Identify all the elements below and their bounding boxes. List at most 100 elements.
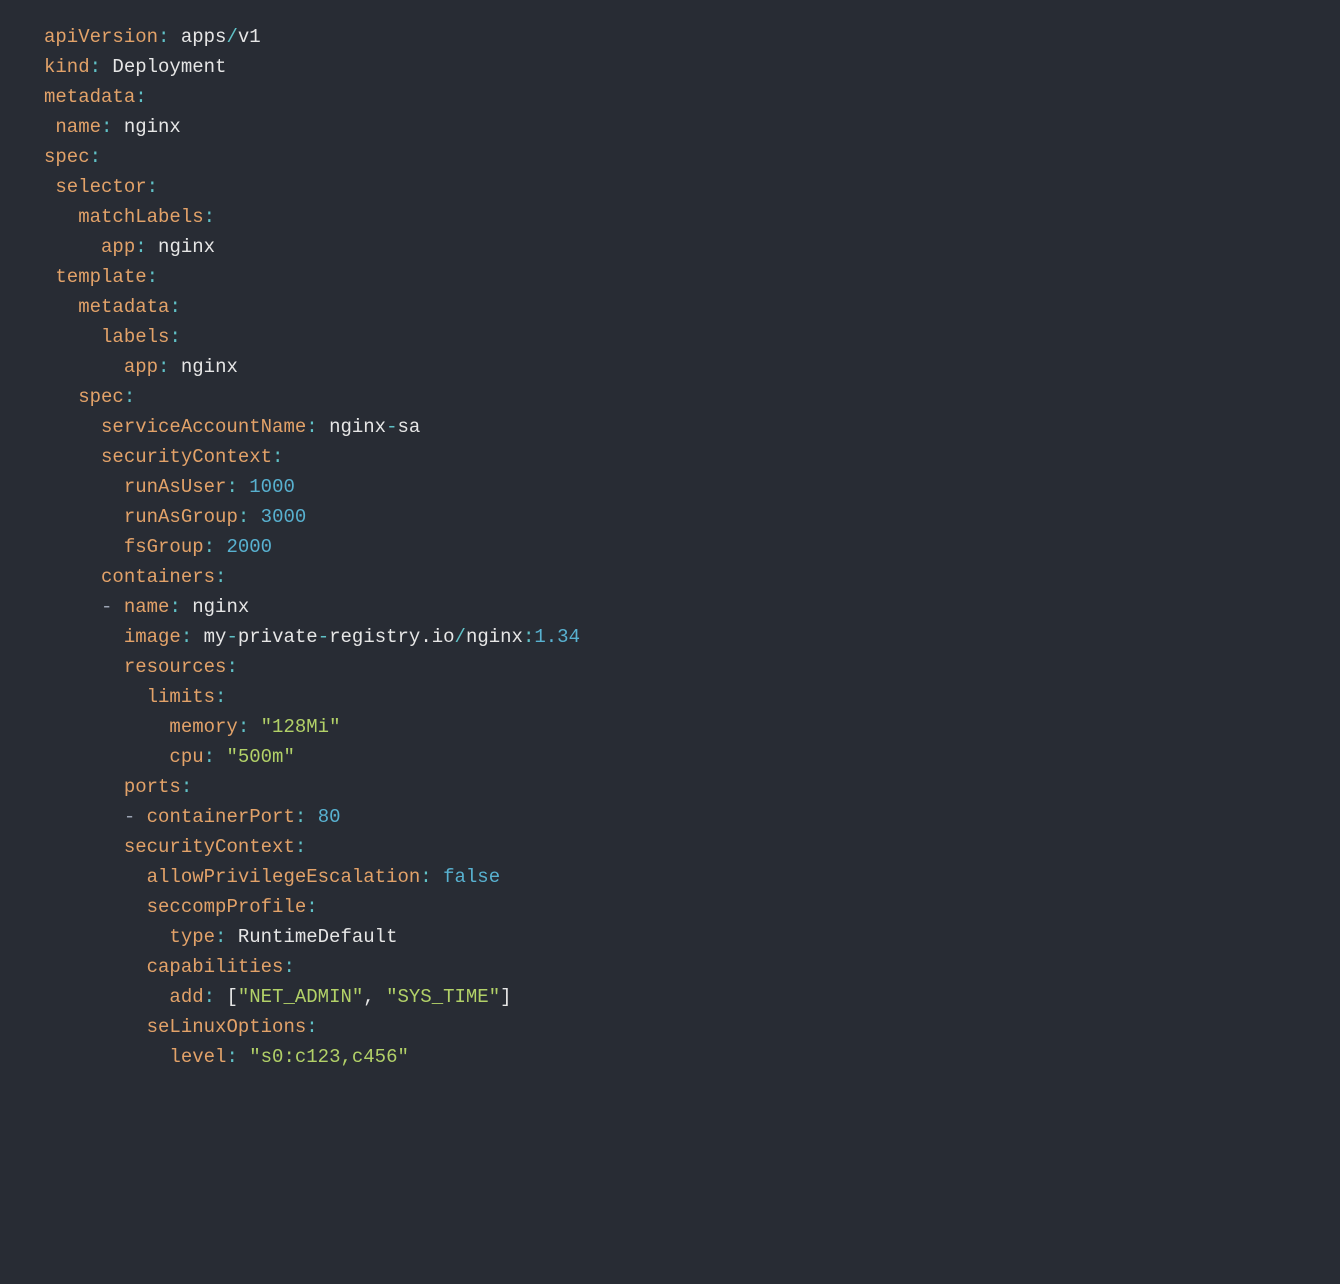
colon: : xyxy=(295,806,306,828)
val-fsGroup: 2000 xyxy=(226,536,272,558)
key-app: app xyxy=(124,356,158,378)
line: add: ["NET_ADMIN", "SYS_TIME"] xyxy=(44,986,512,1008)
key-seccompProfile: seccompProfile xyxy=(147,896,307,918)
val-image-private: private xyxy=(238,626,318,648)
colon: : xyxy=(226,656,237,678)
line: fsGroup: 2000 xyxy=(44,536,272,558)
key-name: name xyxy=(124,596,170,618)
key-containers: containers xyxy=(101,566,215,588)
val-selinux-level: "s0:c123,c456" xyxy=(249,1046,409,1068)
colon: : xyxy=(147,266,158,288)
key-spec: spec xyxy=(44,146,90,168)
colon: : xyxy=(147,176,158,198)
key-selector: selector xyxy=(55,176,146,198)
colon: : xyxy=(226,476,237,498)
colon: : xyxy=(181,626,192,648)
key-name: name xyxy=(55,116,101,138)
val-sys-time: "SYS_TIME" xyxy=(386,986,500,1008)
key-level: level xyxy=(169,1046,226,1068)
key-add: add xyxy=(169,986,203,1008)
key-metadata: metadata xyxy=(78,296,169,318)
key-metadata: metadata xyxy=(44,86,135,108)
line: securityContext: xyxy=(44,446,283,468)
colon: : xyxy=(272,446,283,468)
colon: : xyxy=(295,836,306,858)
key-runAsGroup: runAsGroup xyxy=(124,506,238,528)
val-nginx: nginx xyxy=(158,236,215,258)
line: memory: "128Mi" xyxy=(44,716,340,738)
colon: : xyxy=(169,596,180,618)
colon: : xyxy=(204,746,215,768)
line: labels: xyxy=(44,326,181,348)
colon: : xyxy=(204,986,215,1008)
colon: : xyxy=(90,146,101,168)
dash-bullet: - xyxy=(124,806,135,828)
val-nginx: nginx xyxy=(329,416,386,438)
key-apiVersion: apiVersion xyxy=(44,26,158,48)
line: runAsGroup: 3000 xyxy=(44,506,306,528)
colon: : xyxy=(101,116,112,138)
val-false: false xyxy=(443,866,500,888)
line: serviceAccountName: nginx-sa xyxy=(44,416,420,438)
key-memory: memory xyxy=(169,716,237,738)
colon: : xyxy=(306,1016,317,1038)
colon: : xyxy=(158,356,169,378)
line: containers: xyxy=(44,566,226,588)
key-runAsUser: runAsUser xyxy=(124,476,227,498)
line: seLinuxOptions: xyxy=(44,1016,318,1038)
key-serviceAccountName: serviceAccountName xyxy=(101,416,306,438)
line: selector: xyxy=(44,176,158,198)
key-cpu: cpu xyxy=(169,746,203,768)
colon: : xyxy=(158,26,169,48)
key-capabilities: capabilities xyxy=(147,956,284,978)
line: level: "s0:c123,c456" xyxy=(44,1046,409,1068)
val-net-admin: "NET_ADMIN" xyxy=(238,986,363,1008)
line: template: xyxy=(44,266,158,288)
key-ports: ports xyxy=(124,776,181,798)
val-image-nginx: nginx xyxy=(466,626,523,648)
val-deployment: Deployment xyxy=(112,56,226,78)
colon: : xyxy=(181,776,192,798)
dash: - xyxy=(386,416,397,438)
line: cpu: "500m" xyxy=(44,746,295,768)
line: spec: xyxy=(44,146,101,168)
key-allowPrivilegeEscalation: allowPrivilegeEscalation xyxy=(147,866,421,888)
line: runAsUser: 1000 xyxy=(44,476,295,498)
key-limits: limits xyxy=(147,686,215,708)
val-container-name: nginx xyxy=(192,596,249,618)
line: apiVersion: apps/v1 xyxy=(44,26,261,48)
val-image-tag: 1.34 xyxy=(534,626,580,648)
line: limits: xyxy=(44,686,226,708)
line: app: nginx xyxy=(44,356,238,378)
line: metadata: xyxy=(44,86,147,108)
val-runAsGroup: 3000 xyxy=(261,506,307,528)
line: allowPrivilegeEscalation: false xyxy=(44,866,500,888)
colon: : xyxy=(523,626,534,648)
yaml-code-block: apiVersion: apps/v1 kind: Deployment met… xyxy=(0,0,1340,1072)
colon: : xyxy=(90,56,101,78)
line: metadata: xyxy=(44,296,181,318)
colon: : xyxy=(215,566,226,588)
key-resources: resources xyxy=(124,656,227,678)
dash: - xyxy=(226,626,237,648)
colon: : xyxy=(420,866,431,888)
val-nginx: nginx xyxy=(181,356,238,378)
colon: : xyxy=(124,386,135,408)
line: capabilities: xyxy=(44,956,295,978)
line: seccompProfile: xyxy=(44,896,318,918)
dash: - xyxy=(318,626,329,648)
val-containerPort: 80 xyxy=(318,806,341,828)
line: matchLabels: xyxy=(44,206,215,228)
val-cpu: "500m" xyxy=(226,746,294,768)
key-seLinuxOptions: seLinuxOptions xyxy=(147,1016,307,1038)
line: kind: Deployment xyxy=(44,56,226,78)
key-spec: spec xyxy=(78,386,124,408)
key-template: template xyxy=(55,266,146,288)
colon: : xyxy=(169,296,180,318)
key-fsGroup: fsGroup xyxy=(124,536,204,558)
colon: : xyxy=(215,686,226,708)
key-type: type xyxy=(169,926,215,948)
key-image: image xyxy=(124,626,181,648)
val-sa: sa xyxy=(397,416,420,438)
val-runAsUser: 1000 xyxy=(249,476,295,498)
